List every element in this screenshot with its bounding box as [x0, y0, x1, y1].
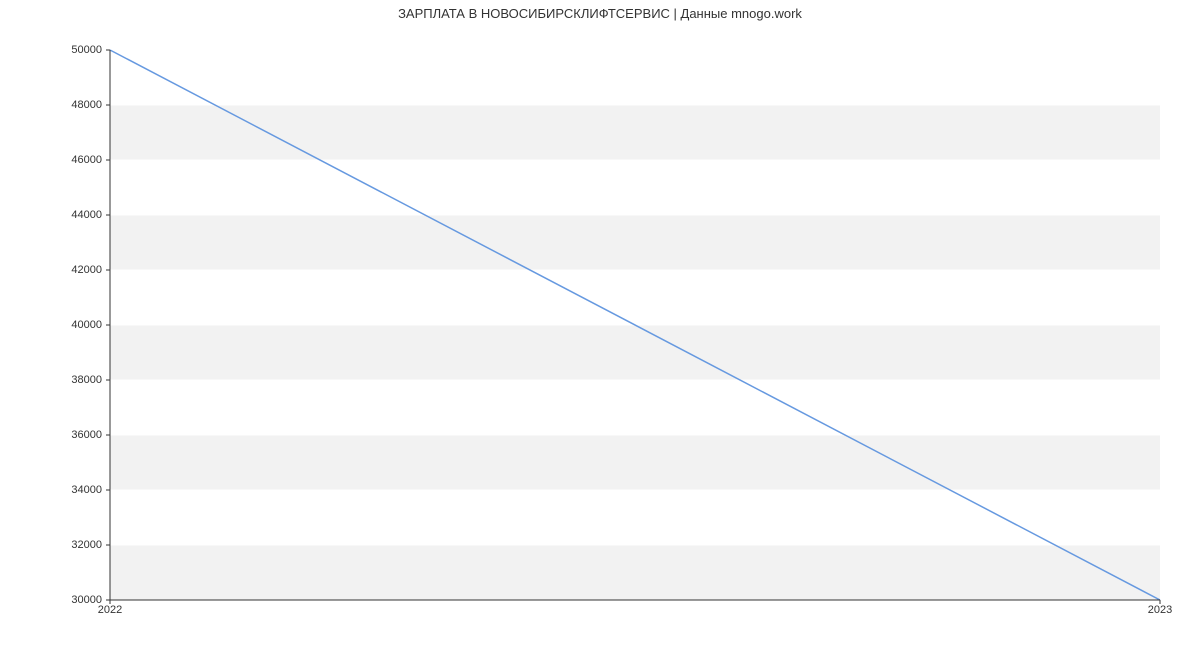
chart-svg	[110, 50, 1160, 600]
y-tick-label: 48000	[12, 99, 102, 111]
x-tick-label: 2022	[98, 604, 122, 616]
plot-area	[110, 50, 1160, 600]
y-tick-label: 34000	[12, 484, 102, 496]
y-tick-label: 42000	[12, 264, 102, 276]
chart-container: ЗАРПЛАТА В НОВОСИБИРСКЛИФТСЕРВИС | Данны…	[0, 0, 1200, 650]
y-tick-label: 46000	[12, 154, 102, 166]
y-tick-label: 32000	[12, 539, 102, 551]
y-tick-label: 40000	[12, 319, 102, 331]
y-tick-label: 44000	[12, 209, 102, 221]
y-tick-label: 36000	[12, 429, 102, 441]
y-tick-label: 30000	[12, 594, 102, 606]
chart-title: ЗАРПЛАТА В НОВОСИБИРСКЛИФТСЕРВИС | Данны…	[0, 6, 1200, 21]
y-tick-label: 50000	[12, 44, 102, 56]
x-tick-label: 2023	[1148, 604, 1172, 616]
y-tick-label: 38000	[12, 374, 102, 386]
